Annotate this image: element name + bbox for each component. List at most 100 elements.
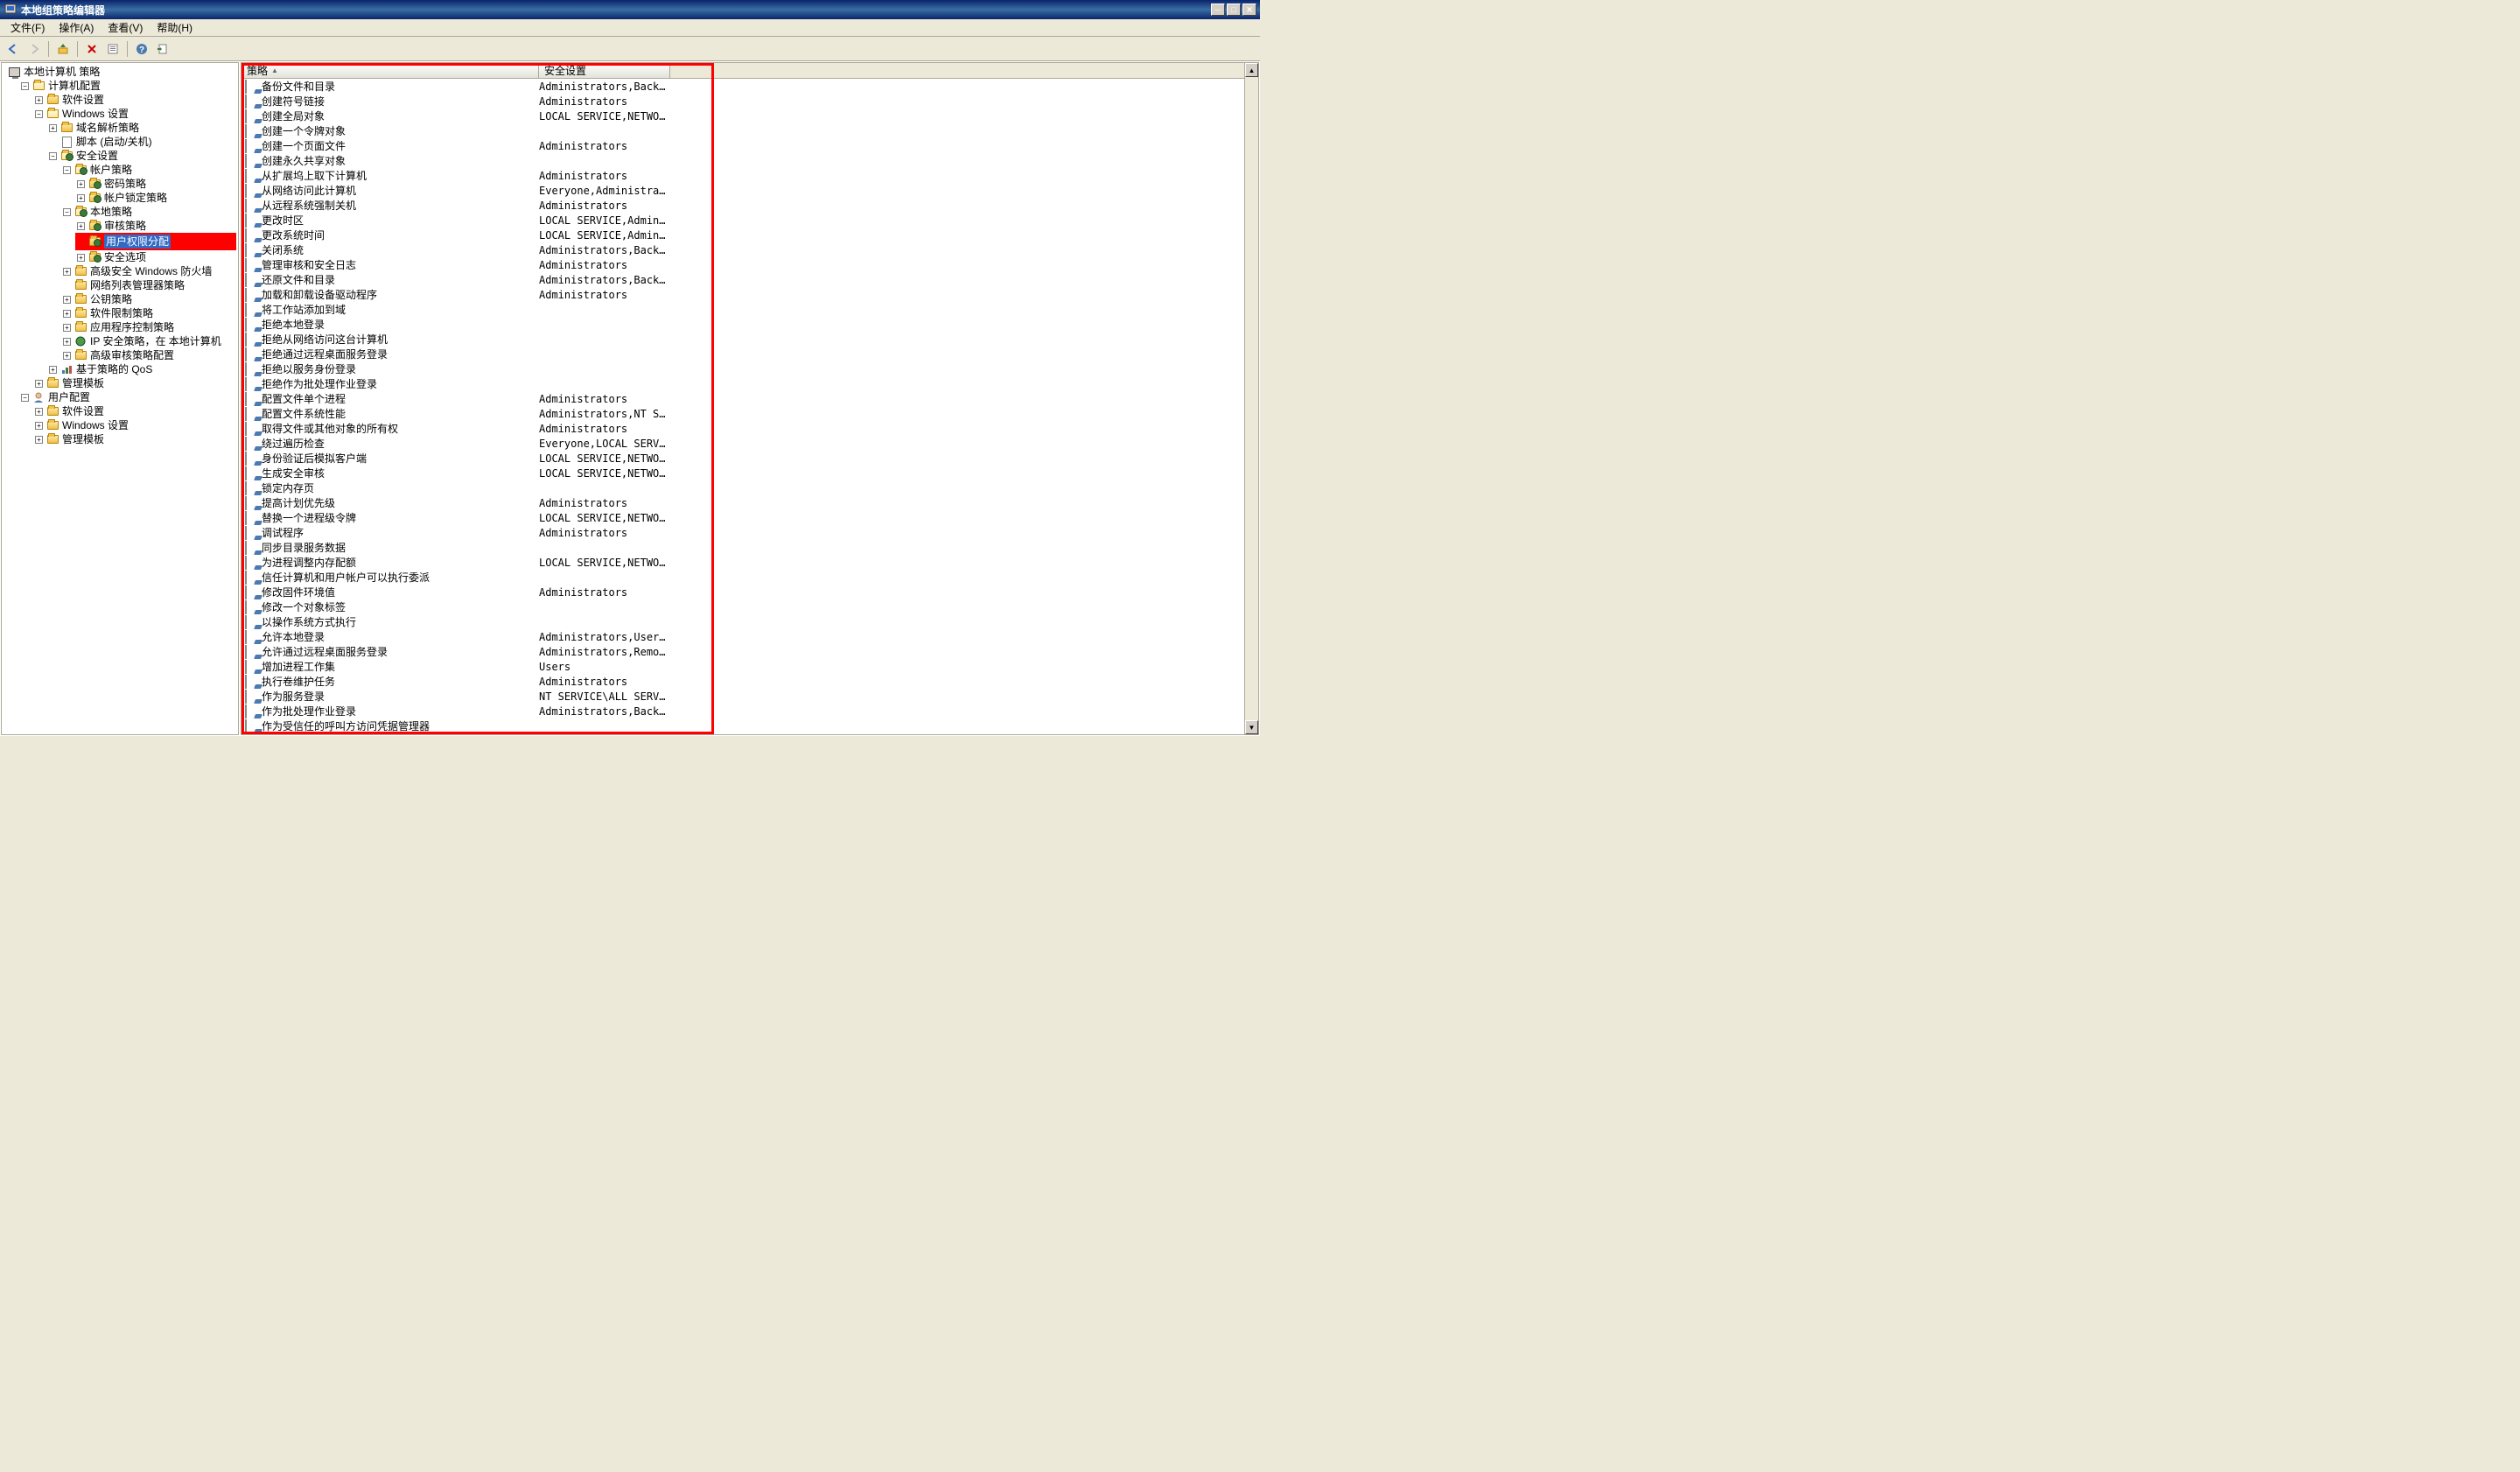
- expand-icon[interactable]: +: [63, 338, 71, 346]
- expand-icon[interactable]: +: [35, 96, 43, 104]
- policy-row[interactable]: 管理审核和安全日志Administrators: [242, 257, 1258, 272]
- expand-icon[interactable]: +: [63, 352, 71, 360]
- delete-button[interactable]: [82, 39, 102, 59]
- collapse-icon[interactable]: −: [21, 394, 29, 402]
- policy-row[interactable]: 信任计算机和用户帐户可以执行委派: [242, 570, 1258, 585]
- policy-row[interactable]: 替换一个进程级令牌LOCAL SERVICE,NETWOR...: [242, 510, 1258, 525]
- vertical-scrollbar[interactable]: ▲ ▼: [1244, 63, 1258, 734]
- policy-row[interactable]: 拒绝通过远程桌面服务登录: [242, 347, 1258, 361]
- policy-row[interactable]: 身份验证后模拟客户端LOCAL SERVICE,NETWOR...: [242, 451, 1258, 466]
- tree-public-key[interactable]: +公钥策略: [61, 292, 236, 306]
- expand-icon[interactable]: +: [63, 268, 71, 276]
- tree-ip-security[interactable]: +IP 安全策略，在 本地计算机: [61, 334, 236, 348]
- policy-row[interactable]: 拒绝作为批处理作业登录: [242, 376, 1258, 391]
- policy-row[interactable]: 增加进程工作集Users: [242, 659, 1258, 674]
- maximize-button[interactable]: □: [1227, 4, 1241, 16]
- tree-software-restriction[interactable]: +软件限制策略: [61, 306, 236, 320]
- tree-advanced-firewall[interactable]: +高级安全 Windows 防火墙: [61, 264, 236, 278]
- expand-icon[interactable]: +: [35, 436, 43, 444]
- policy-row[interactable]: 更改时区LOCAL SERVICE,Admini...: [242, 213, 1258, 228]
- policy-row[interactable]: 修改一个对象标签: [242, 599, 1258, 614]
- expand-icon[interactable]: +: [35, 422, 43, 430]
- tree-software-settings[interactable]: +软件设置: [33, 93, 236, 107]
- tree-pane[interactable]: 本地计算机 策略 − 计算机配置 +软件设置: [1, 62, 239, 735]
- scroll-down-icon[interactable]: ▼: [1245, 720, 1258, 734]
- tree-policy-qos[interactable]: +基于策略的 QoS: [47, 362, 236, 376]
- tree-network-list[interactable]: 网络列表管理器策略: [61, 278, 236, 292]
- tree-advanced-audit[interactable]: +高级审核策略配置: [61, 348, 236, 362]
- policy-row[interactable]: 修改固件环境值Administrators: [242, 585, 1258, 599]
- policy-row[interactable]: 拒绝从网络访问这台计算机: [242, 332, 1258, 347]
- tree-app-control[interactable]: +应用程序控制策略: [61, 320, 236, 334]
- collapse-icon[interactable]: −: [63, 166, 71, 174]
- policy-row[interactable]: 调试程序Administrators: [242, 525, 1258, 540]
- policy-row[interactable]: 将工作站添加到域: [242, 302, 1258, 317]
- menu-help[interactable]: 帮助(H): [150, 18, 200, 37]
- policy-row[interactable]: 加载和卸载设备驱动程序Administrators: [242, 287, 1258, 302]
- tree-admin-templates[interactable]: +管理模板: [33, 376, 236, 390]
- tree-user-software-settings[interactable]: +软件设置: [33, 404, 236, 418]
- tree-scripts[interactable]: 脚本 (启动/关机): [47, 135, 236, 149]
- tree-password-policy[interactable]: +密码策略: [75, 177, 236, 191]
- policy-row[interactable]: 允许本地登录Administrators,Users...: [242, 629, 1258, 644]
- collapse-icon[interactable]: −: [35, 110, 43, 118]
- tree-security-settings[interactable]: −安全设置: [47, 149, 236, 163]
- policy-row[interactable]: 锁定内存页: [242, 480, 1258, 495]
- policy-row[interactable]: 生成安全审核LOCAL SERVICE,NETWOR...: [242, 466, 1258, 480]
- list-body[interactable]: 备份文件和目录Administrators,Backu...创建符号链接Admi…: [242, 79, 1258, 734]
- policy-row[interactable]: 允许通过远程桌面服务登录Administrators,Remot...: [242, 644, 1258, 659]
- up-button[interactable]: [53, 39, 73, 59]
- export-button[interactable]: [153, 39, 172, 59]
- back-button[interactable]: [4, 39, 23, 59]
- policy-row[interactable]: 创建一个令牌对象: [242, 123, 1258, 138]
- policy-row[interactable]: 从远程系统强制关机Administrators: [242, 198, 1258, 213]
- policy-row[interactable]: 作为服务登录NT SERVICE\ALL SERVI...: [242, 689, 1258, 704]
- tree-user-config[interactable]: −用户配置: [19, 390, 236, 404]
- expand-icon[interactable]: +: [77, 222, 85, 230]
- policy-row[interactable]: 配置文件单个进程Administrators: [242, 391, 1258, 406]
- collapse-icon[interactable]: −: [21, 82, 29, 90]
- tree-local-policies[interactable]: −本地策略: [61, 205, 236, 219]
- scroll-up-icon[interactable]: ▲: [1245, 63, 1258, 77]
- expand-icon[interactable]: +: [63, 310, 71, 318]
- tree-user-rights[interactable]: +用户权限分配: [75, 233, 236, 250]
- policy-row[interactable]: 同步目录服务数据: [242, 540, 1258, 555]
- help-button[interactable]: ?: [132, 39, 151, 59]
- column-header-setting[interactable]: 安全设置: [539, 63, 670, 78]
- policy-row[interactable]: 创建符号链接Administrators: [242, 94, 1258, 109]
- expand-icon[interactable]: +: [49, 124, 57, 132]
- tree-security-options[interactable]: +安全选项: [75, 250, 236, 264]
- policy-row[interactable]: 为进程调整内存配额LOCAL SERVICE,NETWOR...: [242, 555, 1258, 570]
- menu-view[interactable]: 查看(V): [101, 18, 150, 37]
- expand-icon[interactable]: +: [63, 324, 71, 332]
- expand-icon[interactable]: +: [77, 180, 85, 188]
- close-button[interactable]: ✕: [1242, 4, 1256, 16]
- properties-button[interactable]: [103, 39, 122, 59]
- collapse-icon[interactable]: −: [63, 208, 71, 216]
- tree-root[interactable]: 本地计算机 策略: [5, 65, 236, 79]
- policy-row[interactable]: 更改系统时间LOCAL SERVICE,Admini...: [242, 228, 1258, 242]
- tree-audit-policy[interactable]: +审核策略: [75, 219, 236, 233]
- policy-row[interactable]: 执行卷维护任务Administrators: [242, 674, 1258, 689]
- collapse-icon[interactable]: −: [49, 152, 57, 160]
- forward-button[interactable]: [24, 39, 44, 59]
- menu-action[interactable]: 操作(A): [52, 18, 101, 37]
- expand-icon[interactable]: +: [63, 296, 71, 304]
- expand-icon[interactable]: +: [35, 408, 43, 416]
- tree-name-resolution[interactable]: +域名解析策略: [47, 121, 236, 135]
- policy-row[interactable]: 备份文件和目录Administrators,Backu...: [242, 79, 1258, 94]
- expand-icon[interactable]: +: [77, 194, 85, 202]
- minimize-button[interactable]: ─: [1211, 4, 1225, 16]
- policy-row[interactable]: 创建全局对象LOCAL SERVICE,NETWOR...: [242, 109, 1258, 123]
- policy-row[interactable]: 作为受信任的呼叫方访问凭据管理器: [242, 718, 1258, 733]
- policy-row[interactable]: 以操作系统方式执行: [242, 614, 1258, 629]
- policy-row[interactable]: 从网络访问此计算机Everyone,Administrat...: [242, 183, 1258, 198]
- tree-computer-config[interactable]: − 计算机配置: [19, 79, 236, 93]
- policy-row[interactable]: 拒绝以服务身份登录: [242, 361, 1258, 376]
- policy-row[interactable]: 拒绝本地登录: [242, 317, 1258, 332]
- policy-row[interactable]: 关闭系统Administrators,Backu...: [242, 242, 1258, 257]
- policy-row[interactable]: 还原文件和目录Administrators,Backu...: [242, 272, 1258, 287]
- policy-row[interactable]: 从扩展坞上取下计算机Administrators: [242, 168, 1258, 183]
- policy-row[interactable]: 配置文件系统性能Administrators,NT SE...: [242, 406, 1258, 421]
- expand-icon[interactable]: +: [35, 380, 43, 388]
